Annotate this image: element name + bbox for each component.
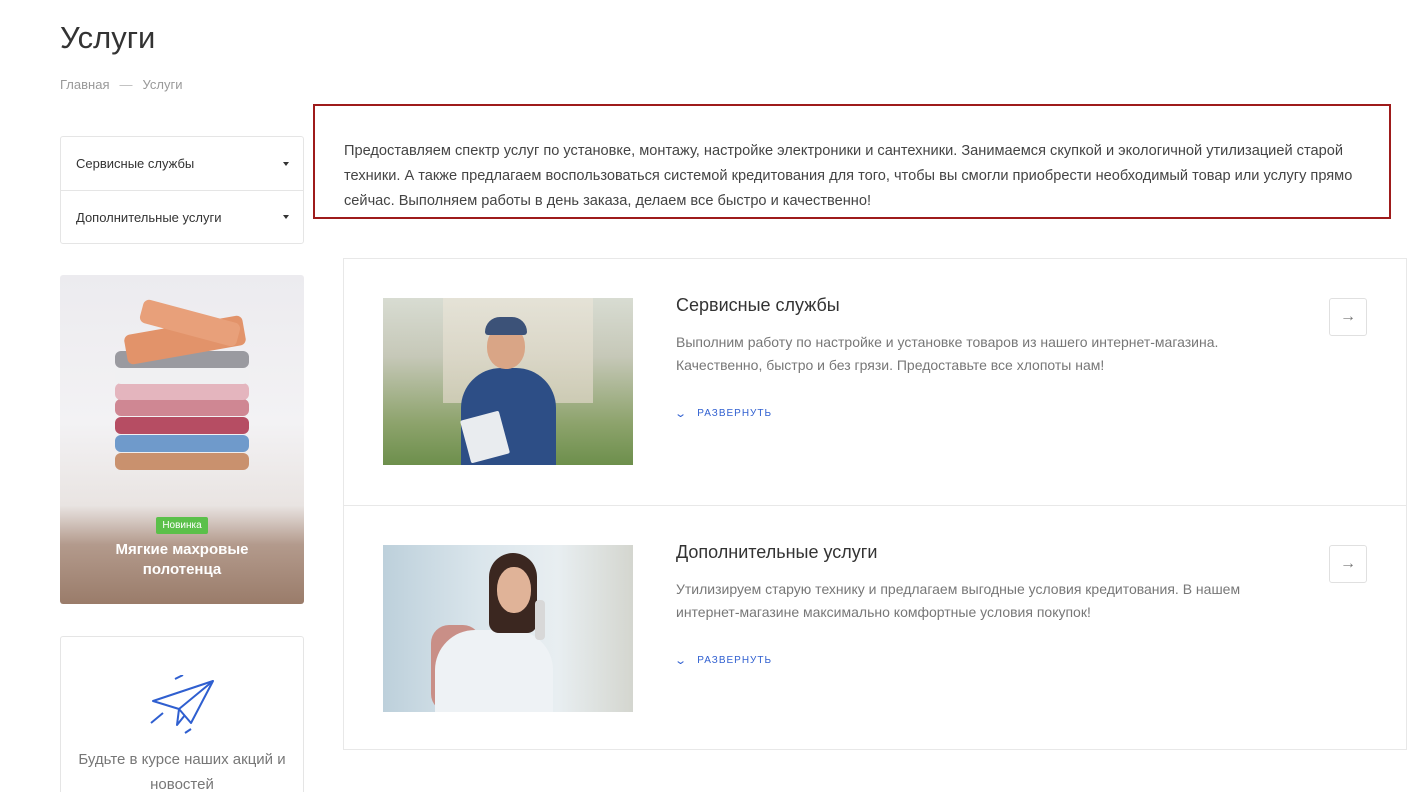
- sidebar-item-service[interactable]: Сервисные службы: [61, 137, 303, 190]
- caret-down-icon: [283, 161, 289, 166]
- services-list: Сервисные службы Выполним работу по наст…: [343, 258, 1407, 750]
- breadcrumb: Главная — Услуги: [60, 77, 182, 92]
- service-image[interactable]: [383, 545, 633, 712]
- service-description: Утилизируем старую технику и предлагаем …: [676, 581, 1241, 620]
- service-title[interactable]: Дополнительные услуги: [676, 542, 877, 563]
- intro-text: Предоставляем спектр услуг по установке,…: [344, 143, 1353, 209]
- promo-banner[interactable]: Новинка Мягкие махровые полотенца: [60, 275, 304, 604]
- intro-text-box: Предоставляем спектр услуг по установке,…: [313, 104, 1391, 219]
- caret-down-icon: [283, 215, 289, 219]
- subscribe-card[interactable]: Будьте в курсе наших акций и новостей: [60, 636, 304, 792]
- breadcrumb-separator: —: [119, 77, 133, 92]
- sidebar-item-label: Дополнительные услуги: [76, 209, 222, 225]
- chevron-down-icon: ⌄: [674, 408, 688, 420]
- page-title: Услуги: [60, 20, 156, 55]
- expand-label: РАЗВЕРНУТЬ: [697, 408, 773, 419]
- open-service-button[interactable]: →: [1329, 298, 1367, 336]
- new-badge: Новинка: [156, 517, 208, 534]
- service-description: Выполним работу по настройке и установке…: [676, 334, 1219, 373]
- subscribe-text: Будьте в курсе наших акций и новостей: [78, 751, 286, 792]
- list-item: Сервисные службы Выполним работу по наст…: [344, 259, 1406, 505]
- sidebar-item-additional[interactable]: Дополнительные услуги: [61, 190, 303, 243]
- list-item: Дополнительные услуги Утилизируем старую…: [344, 505, 1406, 751]
- expand-button[interactable]: ⌄ РАЗВЕРНУТЬ: [674, 654, 773, 667]
- expand-button[interactable]: ⌄ РАЗВЕРНУТЬ: [674, 407, 773, 420]
- service-image[interactable]: [383, 298, 633, 465]
- promo-title: Мягкие махровые полотенца: [115, 541, 249, 578]
- arrow-right-icon: →: [1340, 555, 1356, 572]
- sidebar-menu: Сервисные службы Дополнительные услуги: [60, 136, 304, 244]
- paper-plane-icon: [150, 675, 214, 734]
- arrow-right-icon: →: [1340, 308, 1356, 325]
- chevron-down-icon: ⌄: [674, 655, 688, 667]
- sidebar-item-label: Сервисные службы: [76, 156, 195, 171]
- breadcrumb-home-link[interactable]: Главная: [60, 77, 109, 92]
- breadcrumb-current: Услуги: [142, 77, 183, 92]
- expand-label: РАЗВЕРНУТЬ: [697, 655, 773, 666]
- service-title[interactable]: Сервисные службы: [676, 295, 840, 316]
- open-service-button[interactable]: →: [1329, 545, 1367, 583]
